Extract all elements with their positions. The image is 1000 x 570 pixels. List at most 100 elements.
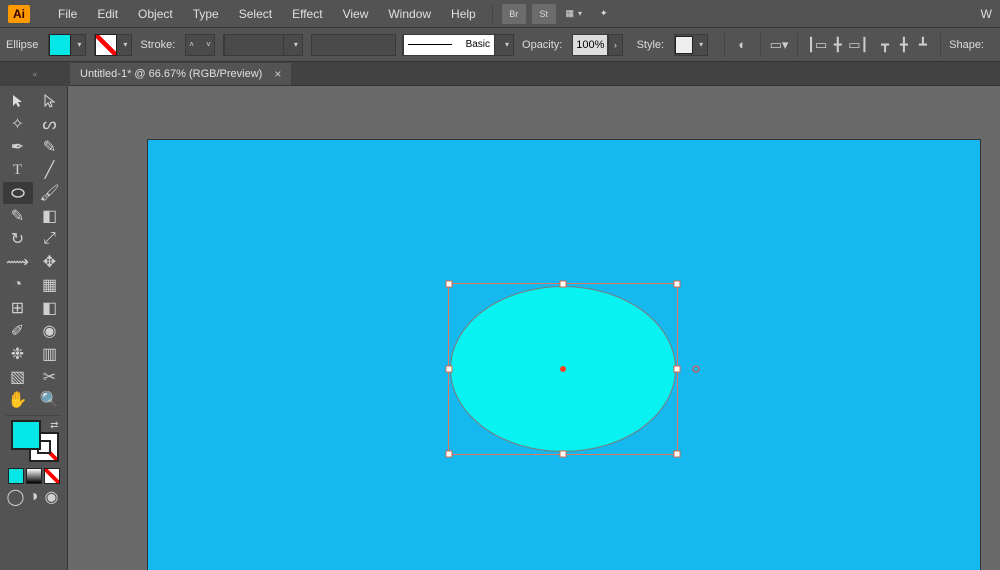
opacity-label: Opacity:	[522, 39, 562, 51]
menu-bar: Ai File Edit Object Type Select Effect V…	[0, 0, 1000, 28]
align-vcenter-icon[interactable]: ╋	[895, 34, 912, 56]
bbox-handle-ml[interactable]	[446, 366, 453, 373]
style-label: Style:	[637, 39, 665, 51]
menu-separator	[492, 5, 493, 23]
stroke-profile-picker[interactable]: ▾	[223, 34, 303, 56]
color-mode-none[interactable]	[44, 468, 60, 484]
pen-tool[interactable]: ✒	[3, 136, 33, 158]
menu-edit[interactable]: Edit	[87, 7, 128, 21]
fill-stroke-indicator[interactable]: ⇄	[9, 420, 59, 464]
swap-fill-stroke-icon[interactable]: ⇄	[50, 420, 58, 431]
paintbrush-tool[interactable]: 🖌	[35, 182, 65, 204]
menu-select[interactable]: Select	[229, 7, 282, 21]
lasso-tool[interactable]: ᔕ	[35, 113, 65, 135]
perspective-grid-tool[interactable]: ▦	[35, 274, 65, 296]
bbox-handle-tr[interactable]	[674, 281, 681, 288]
shape-center-point[interactable]	[560, 366, 566, 372]
bbox-handle-br[interactable]	[674, 451, 681, 458]
align-hcenter-icon[interactable]: ╋	[829, 34, 846, 56]
color-mode-fill[interactable]	[8, 468, 24, 484]
opacity-dropdown[interactable]: ›	[608, 34, 622, 56]
bbox-handle-tc[interactable]	[560, 281, 567, 288]
menu-effect[interactable]: Effect	[282, 7, 332, 21]
bbox-handle-tl[interactable]	[446, 281, 453, 288]
brush-definition-picker[interactable]: Basic ▾	[402, 34, 514, 56]
color-mode-gradient[interactable]	[26, 468, 42, 484]
selection-tool[interactable]	[3, 90, 33, 112]
document-tab-bar: Untitled-1* @ 66.67% (RGB/Preview) ×	[0, 62, 1000, 86]
eraser-tool[interactable]: ◧	[35, 205, 65, 227]
close-tab-icon[interactable]: ×	[274, 67, 281, 81]
align-bottom-icon[interactable]: ┻	[914, 34, 931, 56]
selection-type-label: Ellipse	[6, 39, 38, 51]
stroke-profile-sample	[224, 34, 284, 56]
document-tab-title: Untitled-1* @ 66.67% (RGB/Preview)	[80, 68, 262, 80]
selection-bounding-box[interactable]	[448, 283, 678, 455]
line-segment-tool[interactable]: ╱	[35, 159, 65, 181]
bbox-handle-bc[interactable]	[560, 451, 567, 458]
menu-window[interactable]: Window	[378, 7, 441, 21]
stock-icon[interactable]: St	[532, 4, 556, 24]
bbox-handle-bl[interactable]	[446, 451, 453, 458]
menu-type[interactable]: Type	[183, 7, 229, 21]
artboard[interactable]	[148, 140, 980, 570]
type-tool[interactable]: T	[3, 159, 33, 181]
slice-tool[interactable]: ✂	[35, 366, 65, 388]
graphic-style-picker[interactable]: ▾	[674, 34, 708, 56]
align-right-icon[interactable]: ▭┃	[848, 34, 868, 56]
menu-object[interactable]: Object	[128, 7, 183, 21]
zoom-tool[interactable]: 🔍	[35, 389, 65, 411]
variable-width-profile[interactable]	[311, 34, 396, 56]
style-swatch	[675, 36, 693, 54]
color-mode-row	[2, 468, 65, 484]
shaper-tool[interactable]: ✎	[3, 205, 33, 227]
artboard-tool[interactable]: ▧	[3, 366, 33, 388]
draw-behind-icon[interactable]: ◑	[26, 490, 42, 504]
align-to-icon[interactable]: ▭▾	[770, 34, 789, 56]
curvature-tool[interactable]: ✎	[35, 136, 65, 158]
brush-basic: Basic	[403, 34, 495, 56]
opacity-input[interactable]: 100%	[572, 34, 608, 56]
direct-selection-tool[interactable]	[35, 90, 65, 112]
stroke-swatch-picker[interactable]: ▾	[94, 34, 132, 56]
column-graph-tool[interactable]: ▥	[35, 343, 65, 365]
bbox-handle-mr[interactable]	[674, 366, 681, 373]
menu-file[interactable]: File	[48, 7, 87, 21]
free-transform-tool[interactable]: ✥	[35, 251, 65, 273]
rotate-tool[interactable]: ↻	[3, 228, 33, 250]
stroke-weight-label: Stroke:	[140, 39, 175, 51]
recolor-artwork-icon[interactable]: ◐	[734, 34, 751, 56]
draw-normal-icon[interactable]: ◯	[8, 490, 24, 504]
document-tab[interactable]: Untitled-1* @ 66.67% (RGB/Preview) ×	[70, 63, 291, 85]
app-logo: Ai	[8, 5, 30, 23]
menu-view[interactable]: View	[333, 7, 379, 21]
stroke-swatch-none	[95, 34, 117, 56]
hand-tool[interactable]: ✋	[3, 389, 33, 411]
shape-builder-tool[interactable]: ◔	[3, 274, 33, 296]
align-left-icon[interactable]: ┃▭	[807, 34, 827, 56]
eyedropper-tool[interactable]: ✐	[3, 320, 33, 342]
gradient-tool[interactable]: ◧	[35, 297, 65, 319]
workspace-label[interactable]: W	[981, 7, 992, 21]
magic-wand-tool[interactable]: ✧	[3, 113, 33, 135]
draw-inside-icon[interactable]: ◉	[44, 490, 60, 504]
pie-widget-handle[interactable]	[693, 366, 700, 373]
align-top-icon[interactable]: ┳	[877, 34, 894, 56]
stroke-weight-stepper[interactable]: ˄˅	[185, 34, 215, 56]
width-tool[interactable]: ⟿	[3, 251, 33, 273]
canvas-area[interactable]	[68, 86, 1000, 570]
fill-indicator[interactable]	[11, 420, 41, 450]
scale-tool[interactable]: ⤢	[35, 228, 65, 250]
shape-label: Shape:	[949, 39, 984, 51]
arrange-documents-icon[interactable]: ▦▾	[562, 4, 586, 24]
mesh-tool[interactable]: ⊞	[3, 297, 33, 319]
bridge-icon[interactable]: Br	[502, 4, 526, 24]
ellipse-tool[interactable]	[3, 182, 33, 204]
blend-tool[interactable]: ◉	[35, 320, 65, 342]
panel-collapse-toggle[interactable]: «	[0, 62, 70, 86]
fill-swatch-picker[interactable]: ▾	[48, 34, 86, 56]
gpu-preview-icon[interactable]: ✦	[592, 4, 616, 24]
menu-help[interactable]: Help	[441, 7, 486, 21]
symbol-sprayer-tool[interactable]: ❉	[3, 343, 33, 365]
tools-panel: ✧ ᔕ ✒ ✎ T ╱ 🖌 ✎ ◧ ↻ ⤢ ⟿ ✥ ◔ ▦ ⊞ ◧ ✐ ◉ ❉ …	[0, 86, 68, 570]
